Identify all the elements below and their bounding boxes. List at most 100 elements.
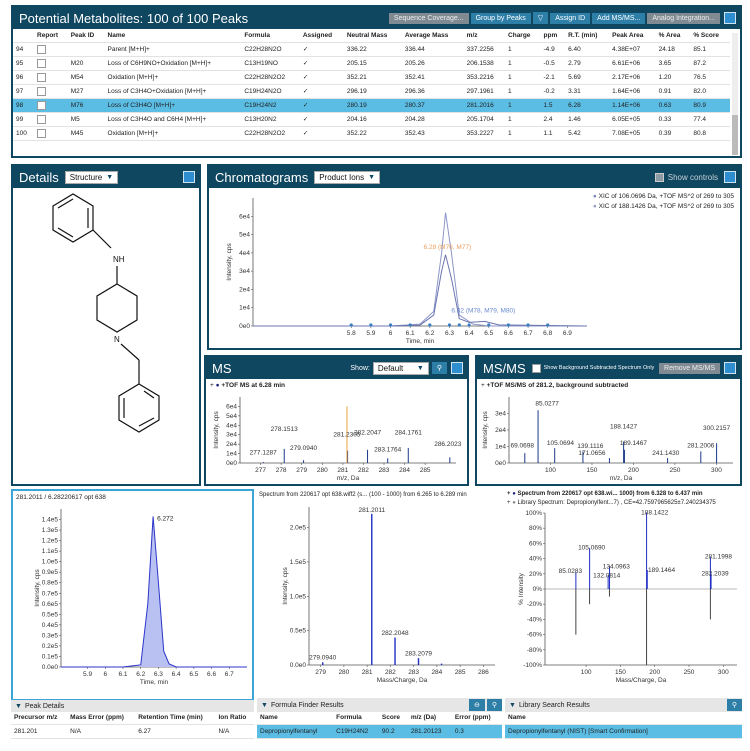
table-cell: 281.20123 (407, 724, 452, 739)
report-checkbox[interactable] (37, 44, 47, 54)
report-checkbox[interactable] (37, 100, 47, 110)
table-row[interactable]: 94 Parent [M+H]+ C22H28N2O ✓ 336.22 336.44 337… (13, 42, 730, 57)
structure-drawing: NH N (52, 193, 160, 433)
table-cell: 6.05E+05 (609, 112, 656, 127)
column-header[interactable]: Score (378, 712, 408, 725)
column-header[interactable]: Neutral Mass (343, 30, 402, 43)
column-header[interactable]: % Area (655, 30, 691, 43)
column-header[interactable]: Average Mass (401, 30, 464, 43)
table-cell: Oxidation [M+H]+ (104, 126, 242, 141)
table-cell: 1 (505, 98, 541, 113)
background-subtracted-checkbox[interactable] (531, 363, 541, 373)
column-header[interactable]: % Score (690, 30, 730, 43)
ms-trace-text: +TOF MS at 6.28 min (221, 382, 285, 389)
table-cell: 0.39 (655, 126, 691, 141)
table-row[interactable]: Depropionylfentanyl C19H24N2 90.2 281.20123… (257, 724, 502, 739)
table-cell: 85.1 (690, 42, 730, 57)
column-header[interactable]: Retention Time (min) (135, 712, 216, 725)
msms-maximize-icon[interactable] (724, 362, 736, 374)
report-cell[interactable] (34, 112, 68, 127)
collapse-icon[interactable]: ▼ (509, 702, 516, 709)
details-dropdown[interactable]: Structure ▼ (64, 170, 119, 184)
table-row[interactable]: 96 M54 Oxidation [M+H]+ C22H28N2O2 ✓ 352.21 35… (13, 70, 730, 85)
add-msms-button[interactable]: Add MS/MS... (592, 12, 646, 24)
ms-x-tick-label: 283 (379, 467, 390, 474)
column-header[interactable]: Formula (333, 712, 379, 725)
column-header[interactable]: Name (257, 712, 334, 725)
report-cell[interactable] (34, 42, 68, 57)
report-checkbox[interactable] (37, 86, 47, 96)
table-row[interactable]: 99 M5 Loss of C3H4O and C6H4 [M+H]+ C13H20N… (13, 112, 730, 127)
analog-integration-button[interactable]: Analog Integration... (647, 12, 720, 24)
expand-icon[interactable]: + (507, 500, 511, 506)
column-header[interactable]: Ion Ratio (215, 712, 254, 725)
remove-msms-button[interactable]: Remove MS/MS (659, 362, 720, 374)
table-row[interactable]: 98 M76 Loss of C3H4O [M+H]+ C19H24N2 ✓ 280.19… (13, 98, 730, 113)
table-cell: ✓ (299, 112, 344, 127)
group-by-peaks-button[interactable]: Group by Peaks (470, 12, 531, 24)
chromatograms-maximize-icon[interactable] (724, 171, 736, 183)
table-row[interactable]: 281.201 N/A 6.27 N/A (11, 724, 254, 739)
xic-y-tick-label: 1.3e5 (42, 527, 59, 534)
filter-icon[interactable]: ▽ (532, 12, 549, 24)
column-header[interactable]: Peak ID (67, 30, 105, 43)
expand-icon[interactable]: + (507, 491, 511, 497)
report-cell[interactable] (34, 84, 68, 99)
column-header[interactable]: Precursor m/z (11, 712, 68, 725)
spec-peak-label: 279.0940 (309, 655, 336, 662)
chrom-y-label: Intensity, cps (226, 243, 233, 281)
ms-show-dropdown[interactable]: Default ▼ (372, 361, 429, 375)
column-header[interactable]: Name (104, 30, 242, 43)
ms-x-label: m/z, Da (337, 475, 360, 482)
library-results-header[interactable]: ▼ Library Search Results ⚲ (505, 698, 742, 712)
collapse-icon[interactable]: ▼ (261, 702, 268, 709)
expand-icon[interactable]: + (481, 382, 485, 389)
report-cell[interactable] (34, 126, 68, 141)
library-search-icon[interactable]: ⚲ (726, 699, 742, 711)
column-header[interactable]: ppm (540, 30, 566, 43)
peak-details-header[interactable]: ▼ Peak Details (11, 700, 254, 712)
expand-icon[interactable]: + (210, 382, 214, 389)
report-cell[interactable] (34, 70, 68, 85)
column-header[interactable]: Error (ppm) (451, 712, 502, 725)
details-maximize-icon[interactable] (183, 171, 195, 183)
column-header[interactable]: m/z (463, 30, 506, 43)
table-row[interactable]: Depropionylfentanyl (NIST) [Smart Confir… (505, 724, 742, 739)
report-checkbox[interactable] (37, 58, 47, 68)
lib-y-tick-label: 80% (529, 525, 542, 532)
column-header[interactable]: Name (505, 712, 742, 725)
formula-finder-header[interactable]: ▼ Formula Finder Results ⊖ ⚲ (257, 698, 502, 712)
table-row[interactable]: 97 M27 Loss of C3H4O+Oxidation [M+H]+ C19H2… (13, 84, 730, 99)
table-row[interactable]: 100 M45 Oxidation [M+H]+ C22H28N2O2 ✓ 352.22 3… (13, 126, 730, 141)
formula-finder-table: Name Formula Score m/z (Da) Error (ppm) Depr… (257, 712, 502, 739)
collapse-icon[interactable]: ▼ (15, 703, 22, 710)
ms-maximize-icon[interactable] (451, 362, 463, 374)
lib-peak-label: 132.0814 (593, 573, 620, 580)
column-header[interactable]: Charge (505, 30, 541, 43)
product-ions-dropdown[interactable]: Product Ions ▼ (314, 170, 381, 184)
column-header[interactable]: Report (34, 30, 68, 43)
column-header[interactable]: Assigned (299, 30, 344, 43)
chrom-baseline-marker (369, 323, 373, 327)
column-header[interactable]: m/z (Da) (407, 712, 452, 725)
assign-id-button[interactable]: Assign ID (550, 12, 591, 24)
sequence-coverage-button[interactable]: Sequence Coverage... (388, 12, 469, 24)
library-pane: + ● Spectrum from 220617 opt 638.wi... 1… (505, 489, 742, 701)
metabolites-scrollbar[interactable] (732, 33, 738, 155)
report-checkbox[interactable] (37, 114, 47, 124)
report-checkbox[interactable] (37, 128, 47, 138)
show-controls-checkbox[interactable] (654, 172, 664, 182)
column-header[interactable]: Mass Error (ppm) (67, 712, 136, 725)
search-icon[interactable]: ⚲ (486, 699, 502, 711)
column-header[interactable]: R.T. (min) (565, 30, 610, 43)
report-cell[interactable] (34, 98, 68, 113)
table-row[interactable]: 95 M20 Loss of C6H9NO+Oxidation [M+H]+ C13H… (13, 56, 730, 71)
metabolites-maximize-icon[interactable] (724, 12, 736, 24)
ms-search-icon[interactable]: ⚲ (431, 362, 447, 374)
column-header[interactable]: Formula (241, 30, 300, 43)
report-checkbox[interactable] (37, 72, 47, 82)
report-cell[interactable] (34, 56, 68, 71)
calculator-icon[interactable]: ⊖ (468, 699, 485, 711)
peak-details-section: ▼ Peak Details Precursor m/z Mass Error (p… (11, 700, 254, 748)
column-header[interactable]: Peak Area (609, 30, 656, 43)
